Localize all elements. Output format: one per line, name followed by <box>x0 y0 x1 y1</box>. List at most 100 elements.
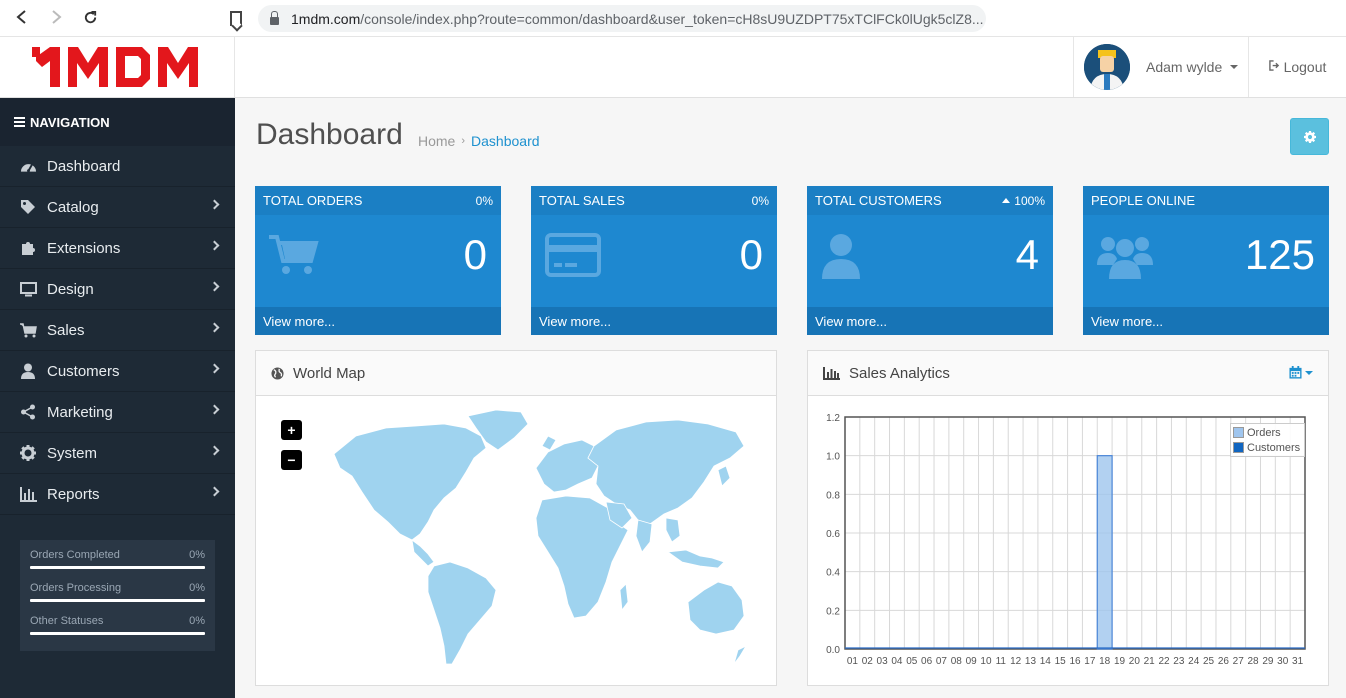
settings-button[interactable] <box>1290 118 1329 155</box>
status-label: Orders Processing <box>30 582 122 594</box>
monitor-icon <box>19 280 37 298</box>
x-tick-label: 13 <box>1025 656 1037 667</box>
x-tick-label: 05 <box>906 656 918 667</box>
status-value: 0% <box>189 549 205 561</box>
central-america[interactable] <box>411 539 435 567</box>
x-tick-label: 10 <box>980 656 992 667</box>
breadcrumb-separator: › <box>461 135 466 147</box>
view-more-link[interactable]: View more... <box>531 307 777 335</box>
sidebar-item-sales[interactable]: Sales <box>0 310 235 351</box>
world-map[interactable] <box>316 406 746 671</box>
bar-chart-icon <box>823 366 840 380</box>
indonesia[interactable] <box>666 549 725 569</box>
menu-icon[interactable] <box>14 115 25 129</box>
x-tick-label: 20 <box>1129 656 1141 667</box>
reload-icon[interactable] <box>82 10 98 26</box>
bar-chart-icon <box>19 485 37 503</box>
users-icon <box>1097 233 1153 284</box>
tile-title: PEOPLE ONLINE <box>1091 193 1196 208</box>
chevron-down-icon <box>1230 65 1239 69</box>
panel-title: World Map <box>293 364 366 382</box>
sidebar-item-design[interactable]: Design <box>0 269 235 310</box>
user-menu[interactable]: Adam wylde <box>1073 37 1249 97</box>
y-tick-label: 0.0 <box>826 645 840 656</box>
madagascar[interactable] <box>619 583 629 612</box>
avatar <box>1084 44 1130 90</box>
x-tick-label: 02 <box>862 656 874 667</box>
sidebar-item-system[interactable]: System <box>0 433 235 474</box>
tile-percentage: 0% <box>475 193 493 208</box>
north-america[interactable] <box>333 423 487 541</box>
x-tick-label: 03 <box>877 656 889 667</box>
y-tick-label: 0.2 <box>826 606 840 617</box>
india[interactable] <box>635 519 653 553</box>
sidebar-item-customers[interactable]: Customers <box>0 351 235 392</box>
status-label: Other Statuses <box>30 615 104 627</box>
x-tick-label: 19 <box>1114 656 1126 667</box>
tile-total-orders: TOTAL ORDERS 0% 0 View more... <box>255 186 501 335</box>
bookmark-icon[interactable] <box>230 11 242 26</box>
uk[interactable] <box>541 435 557 451</box>
sidebar-item-extensions[interactable]: Extensions <box>0 228 235 269</box>
logo-mark <box>32 47 198 87</box>
view-more-link[interactable]: View more... <box>255 307 501 335</box>
sidebar-item-label: Design <box>47 280 94 298</box>
legend-swatch <box>1233 427 1244 438</box>
x-tick-label: 09 <box>966 656 978 667</box>
sidebar-item-dashboard[interactable]: Dashboard <box>0 146 235 187</box>
x-tick-label: 29 <box>1262 656 1274 667</box>
south-america[interactable] <box>427 561 497 665</box>
x-tick-label: 15 <box>1055 656 1067 667</box>
y-tick-label: 1.0 <box>826 452 840 463</box>
view-more-link[interactable]: View more... <box>807 307 1053 335</box>
globe-icon <box>271 366 284 380</box>
user-icon <box>19 362 37 380</box>
sidebar-item-label: Extensions <box>47 239 121 257</box>
x-tick-label: 11 <box>996 656 1007 667</box>
x-tick-label: 16 <box>1069 656 1081 667</box>
new-zealand[interactable] <box>733 645 746 665</box>
legend-label: Orders <box>1247 426 1281 439</box>
breadcrumb-current[interactable]: Dashboard <box>471 133 540 149</box>
forward-icon[interactable] <box>48 10 64 26</box>
tile-value: 0 <box>463 231 487 278</box>
cart-icon <box>269 233 319 282</box>
range-dropdown[interactable] <box>1289 366 1313 379</box>
logout-label: Logout <box>1283 59 1327 75</box>
puzzle-icon <box>19 239 37 257</box>
sidebar-item-catalog[interactable]: Catalog <box>0 187 235 228</box>
credit-card-icon <box>545 233 601 282</box>
indochina[interactable] <box>665 517 681 543</box>
sidebar-item-marketing[interactable]: Marketing <box>0 392 235 433</box>
tile-value: 125 <box>1244 231 1315 278</box>
zoom-in-button[interactable]: + <box>281 420 302 440</box>
gear-icon <box>19 444 37 462</box>
nav-heading-label: NAVIGATION <box>30 114 110 130</box>
chart-legend: Orders Customers <box>1230 423 1306 457</box>
share-icon <box>19 403 37 421</box>
legend-item-customers: Customers <box>1233 440 1300 455</box>
address-bar[interactable]: 1mdm.com/console/index.php?route=common/… <box>258 5 986 32</box>
legend-swatch <box>1233 442 1244 453</box>
sidebar-item-label: Marketing <box>47 403 113 421</box>
tile-title: TOTAL SALES <box>539 193 625 208</box>
calendar-icon <box>1289 366 1302 379</box>
tile-percentage: 0% <box>751 193 769 208</box>
tile-value: 4 <box>1015 231 1039 278</box>
progress-bar <box>30 632 205 635</box>
back-icon[interactable] <box>14 10 30 26</box>
logout-button[interactable]: Logout <box>1249 37 1346 97</box>
x-tick-label: 24 <box>1188 656 1200 667</box>
x-tick-label: 22 <box>1158 656 1170 667</box>
chevron-down-icon <box>1305 370 1313 375</box>
japan[interactable] <box>717 465 731 487</box>
australia[interactable] <box>687 581 745 635</box>
view-more-link[interactable]: View more... <box>1083 307 1329 335</box>
status-orders-completed: Orders Completed 0% <box>30 549 205 582</box>
status-orders-processing: Orders Processing 0% <box>30 582 205 615</box>
logo[interactable] <box>0 37 235 97</box>
gear-icon <box>1303 130 1316 143</box>
sidebar-item-reports[interactable]: Reports <box>0 474 235 515</box>
zoom-out-button[interactable]: − <box>281 450 302 470</box>
breadcrumb-home[interactable]: Home <box>418 133 455 149</box>
